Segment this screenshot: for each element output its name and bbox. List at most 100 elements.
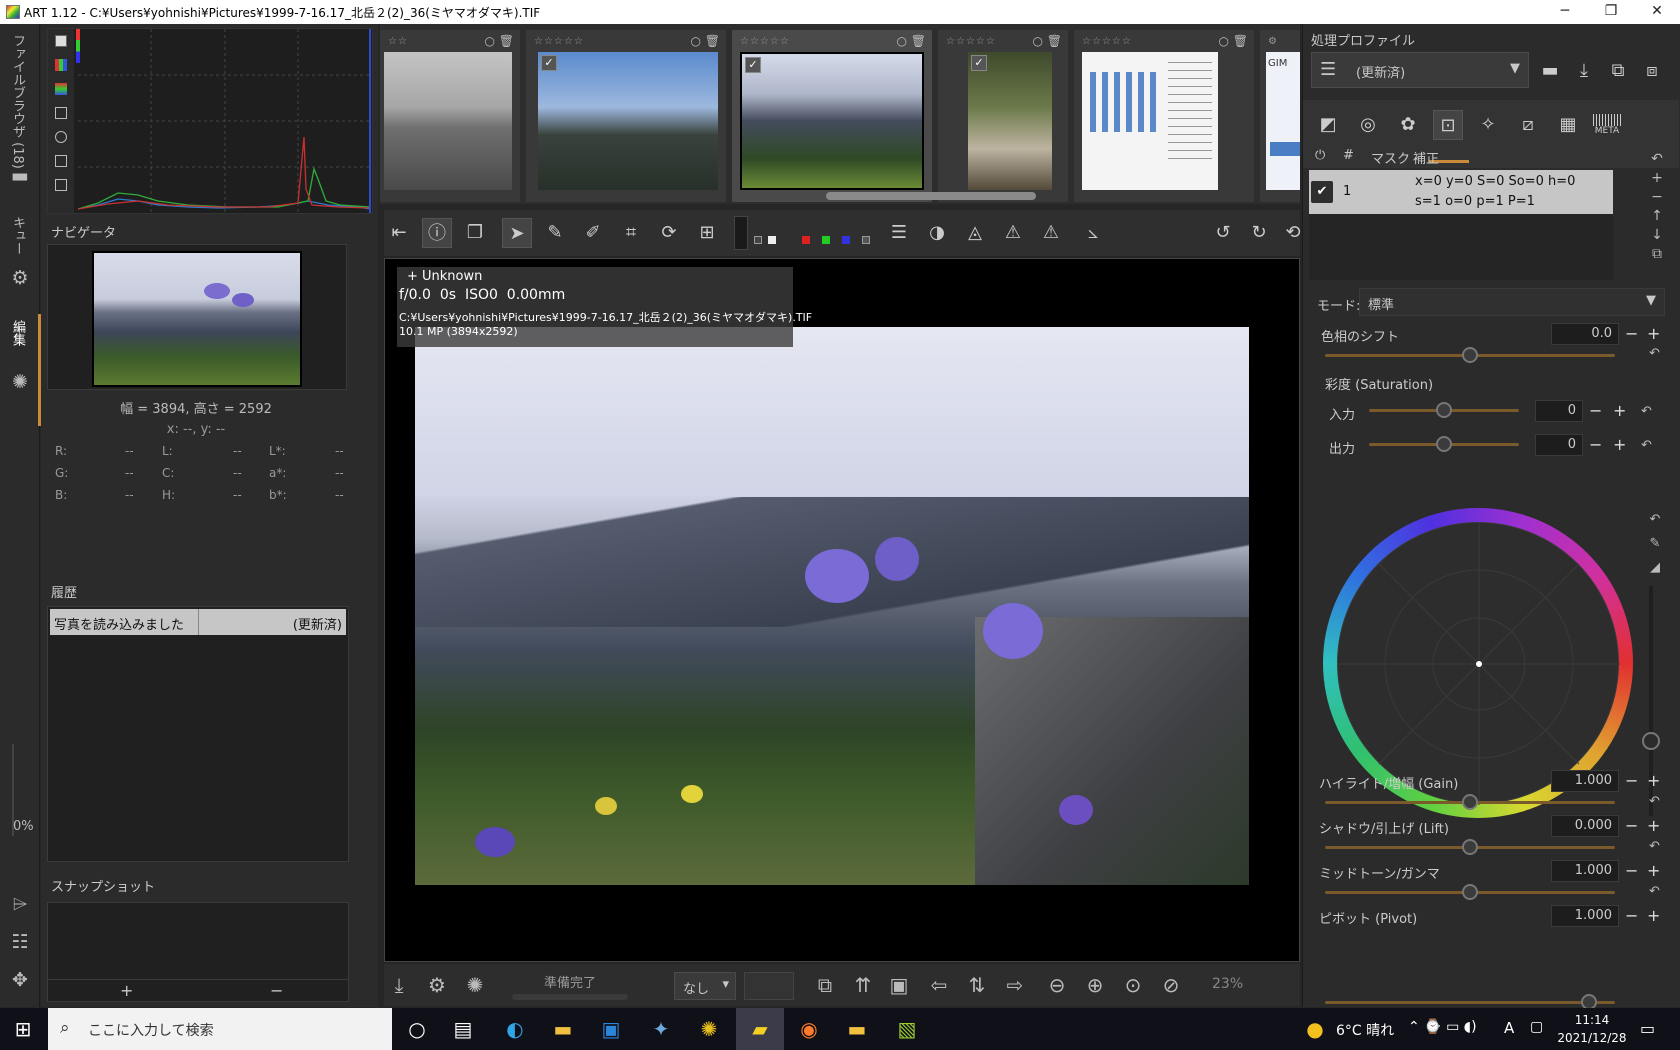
white-balance-picker-icon[interactable]: ✎ bbox=[540, 218, 570, 248]
exposure-tab-icon[interactable]: ◩ bbox=[1313, 110, 1343, 140]
open-profile-icon[interactable]: ▬ bbox=[1535, 56, 1565, 86]
sat-output-decrement[interactable]: − bbox=[1589, 435, 1602, 455]
minimize-button[interactable]: ─ bbox=[1542, 0, 1588, 24]
zoom-in-icon[interactable]: ⊕ bbox=[1080, 970, 1110, 1000]
clipping-warning-icon[interactable]: ⚠ bbox=[1036, 218, 1066, 248]
hide-panel-icon[interactable]: ⇤ bbox=[384, 218, 414, 248]
gain-increment[interactable]: + bbox=[1647, 771, 1660, 791]
before-after-icon[interactable]: ❐ bbox=[460, 218, 490, 248]
file-explorer-icon[interactable]: ▬ bbox=[548, 1015, 578, 1043]
reset-icon[interactable]: ↶ bbox=[1649, 839, 1660, 854]
color-wheel-handle[interactable] bbox=[1476, 661, 1482, 667]
thumb-actions[interactable]: ○ 🗑 bbox=[896, 34, 926, 48]
folder-icon[interactable]: ▬ bbox=[8, 164, 32, 188]
gamma-increment[interactable]: + bbox=[1647, 861, 1660, 881]
history-row[interactable]: 写真を読み込みました (更新済) bbox=[50, 609, 346, 635]
navigator-preview[interactable] bbox=[47, 244, 347, 390]
thumb-actions[interactable]: ○ 🗑 bbox=[1218, 34, 1248, 48]
clock-time[interactable]: 11:14 bbox=[1552, 1013, 1632, 1027]
sync-icon[interactable]: ⇅ bbox=[962, 970, 992, 1000]
notification-badge-icon[interactable]: ▢ bbox=[1530, 1019, 1543, 1035]
external-editor-icon[interactable]: ✺ bbox=[460, 970, 490, 1000]
effects-tab-icon[interactable]: ✧ bbox=[1473, 110, 1503, 140]
rating-stars[interactable]: ☆☆☆☆☆ bbox=[1082, 36, 1132, 47]
hue-shift-increment[interactable]: + bbox=[1647, 324, 1660, 344]
slider-knob[interactable] bbox=[1462, 839, 1478, 855]
pivot-input[interactable]: 1.000 bbox=[1551, 905, 1619, 927]
info-icon[interactable]: ⓘ bbox=[422, 218, 452, 248]
sat-output-increment[interactable]: + bbox=[1613, 435, 1626, 455]
art-app-icon[interactable]: ▧ bbox=[892, 1015, 922, 1043]
close-button[interactable]: ✕ bbox=[1634, 0, 1680, 24]
remove-snapshot-button[interactable]: − bbox=[270, 981, 283, 1000]
gear-icon[interactable]: ⚙ bbox=[8, 266, 32, 290]
crop-icon[interactable]: ⌗ bbox=[616, 218, 646, 248]
reset-icon[interactable]: ↶ bbox=[1641, 404, 1652, 419]
bar-toggle-icon[interactable] bbox=[55, 155, 67, 167]
zoom-100-icon[interactable]: ⊘ bbox=[1156, 970, 1186, 1000]
focus-mask-icon[interactable]: ☰ bbox=[884, 218, 914, 248]
detail-tab-icon[interactable]: ◎ bbox=[1353, 110, 1383, 140]
queue-gear-icon[interactable]: ⚙ bbox=[422, 970, 452, 1000]
filmstrip-scrollbar[interactable] bbox=[826, 192, 1036, 200]
slider-knob[interactable] bbox=[1642, 732, 1660, 750]
sat-input-increment[interactable]: + bbox=[1613, 401, 1626, 421]
chroma-toggle-icon[interactable] bbox=[55, 131, 67, 143]
slider-knob[interactable] bbox=[1462, 884, 1478, 900]
taskbar-search[interactable]: ⌕ ここに入力して検索 bbox=[48, 1008, 392, 1050]
background-color-selector[interactable] bbox=[734, 216, 748, 250]
green-channel-swatch[interactable] bbox=[822, 236, 830, 244]
rating-stars[interactable]: ☆☆ bbox=[388, 36, 408, 47]
file-browser-tab[interactable]: ファイルブラウザ (18) bbox=[8, 34, 27, 169]
hue-shift-decrement[interactable]: − bbox=[1625, 324, 1638, 344]
rating-stars[interactable]: ⚙ bbox=[1268, 36, 1278, 47]
lift-increment[interactable]: + bbox=[1647, 816, 1660, 836]
local-edit-tab-icon[interactable]: ⊡ bbox=[1433, 110, 1463, 140]
sat-output-slider[interactable] bbox=[1369, 436, 1519, 452]
paste-profile-icon[interactable]: ⧈ bbox=[1637, 56, 1667, 86]
spot-removal-icon[interactable]: ✐ bbox=[578, 218, 608, 248]
lift-slider[interactable] bbox=[1325, 839, 1615, 855]
pivot-slider[interactable] bbox=[1325, 994, 1615, 1010]
app-icon-sunflower[interactable]: ✺ bbox=[694, 1015, 724, 1043]
soft-proof-icon[interactable]: ⧉ bbox=[810, 970, 840, 1000]
rgb-toggle-icon[interactable] bbox=[55, 59, 67, 71]
gain-decrement[interactable]: − bbox=[1625, 771, 1638, 791]
raw-toggle-icon[interactable] bbox=[55, 107, 67, 119]
preview-icon[interactable]: ▣ bbox=[884, 970, 914, 1000]
gain-input[interactable]: 1.000 bbox=[1551, 770, 1619, 792]
ime-indicator[interactable]: A bbox=[1504, 1019, 1514, 1037]
thumb-actions[interactable]: ○ 🗑 bbox=[484, 34, 514, 48]
false-color-icon[interactable]: ◑ bbox=[922, 218, 952, 248]
reset-icon[interactable]: ↶ bbox=[1649, 794, 1660, 809]
rotate-tool-icon[interactable]: ⟳ bbox=[654, 218, 684, 248]
red-channel-swatch[interactable] bbox=[802, 236, 810, 244]
mask-list-actions[interactable]: ↶ + − ↑ ↓ ⧉ bbox=[1645, 150, 1669, 280]
save-icon[interactable]: ⤓ bbox=[384, 970, 414, 1000]
zoom-out-icon[interactable]: ⊖ bbox=[1042, 970, 1072, 1000]
queue-tab[interactable]: キュー bbox=[8, 216, 27, 255]
pivot-increment[interactable]: + bbox=[1647, 906, 1660, 926]
explorer-icon[interactable]: ▬ bbox=[842, 1015, 872, 1043]
gain-slider[interactable] bbox=[1325, 794, 1615, 810]
save-profile-icon[interactable]: ⤓ bbox=[1569, 56, 1599, 86]
angle-icon[interactable]: ⦣ bbox=[1078, 218, 1108, 248]
thumbnail[interactable]: ☆☆ ○ 🗑 bbox=[380, 30, 520, 202]
thumbnail[interactable]: ☆☆☆☆☆ ○ 🗑 ✓ bbox=[938, 30, 1068, 202]
zoom-fit-icon[interactable]: ⊙ bbox=[1118, 970, 1148, 1000]
highlight-warning-icon[interactable]: ⚠ bbox=[998, 218, 1028, 248]
sat-input-decrement[interactable]: − bbox=[1589, 401, 1602, 421]
reset-icon[interactable]: ↶ bbox=[1649, 346, 1660, 361]
thumbnail[interactable]: ☆☆☆☆☆ ○ 🗑 bbox=[1074, 30, 1254, 202]
rotate-left-icon[interactable]: ↺ bbox=[1208, 218, 1238, 248]
sat-output-field[interactable]: 0 bbox=[1535, 434, 1583, 456]
windows-start-icon[interactable]: ⊞ bbox=[8, 1015, 38, 1043]
mask-row[interactable]: ✔ 1 x=0 y=0 S=0 So=0 h=0 s=1 o=0 p=1 P=1 bbox=[1309, 170, 1613, 214]
lift-decrement[interactable]: − bbox=[1625, 816, 1638, 836]
hue-shift-input[interactable]: 0.0 bbox=[1551, 323, 1619, 345]
rating-stars[interactable]: ☆☆☆☆☆ bbox=[740, 36, 790, 47]
bg-dark-swatch[interactable] bbox=[754, 236, 762, 244]
slider-knob[interactable] bbox=[1462, 794, 1478, 810]
thumb-actions[interactable]: ○ 🗑 bbox=[690, 34, 720, 48]
wheel-actions[interactable]: ↶ ✎ ◢ bbox=[1643, 508, 1667, 598]
